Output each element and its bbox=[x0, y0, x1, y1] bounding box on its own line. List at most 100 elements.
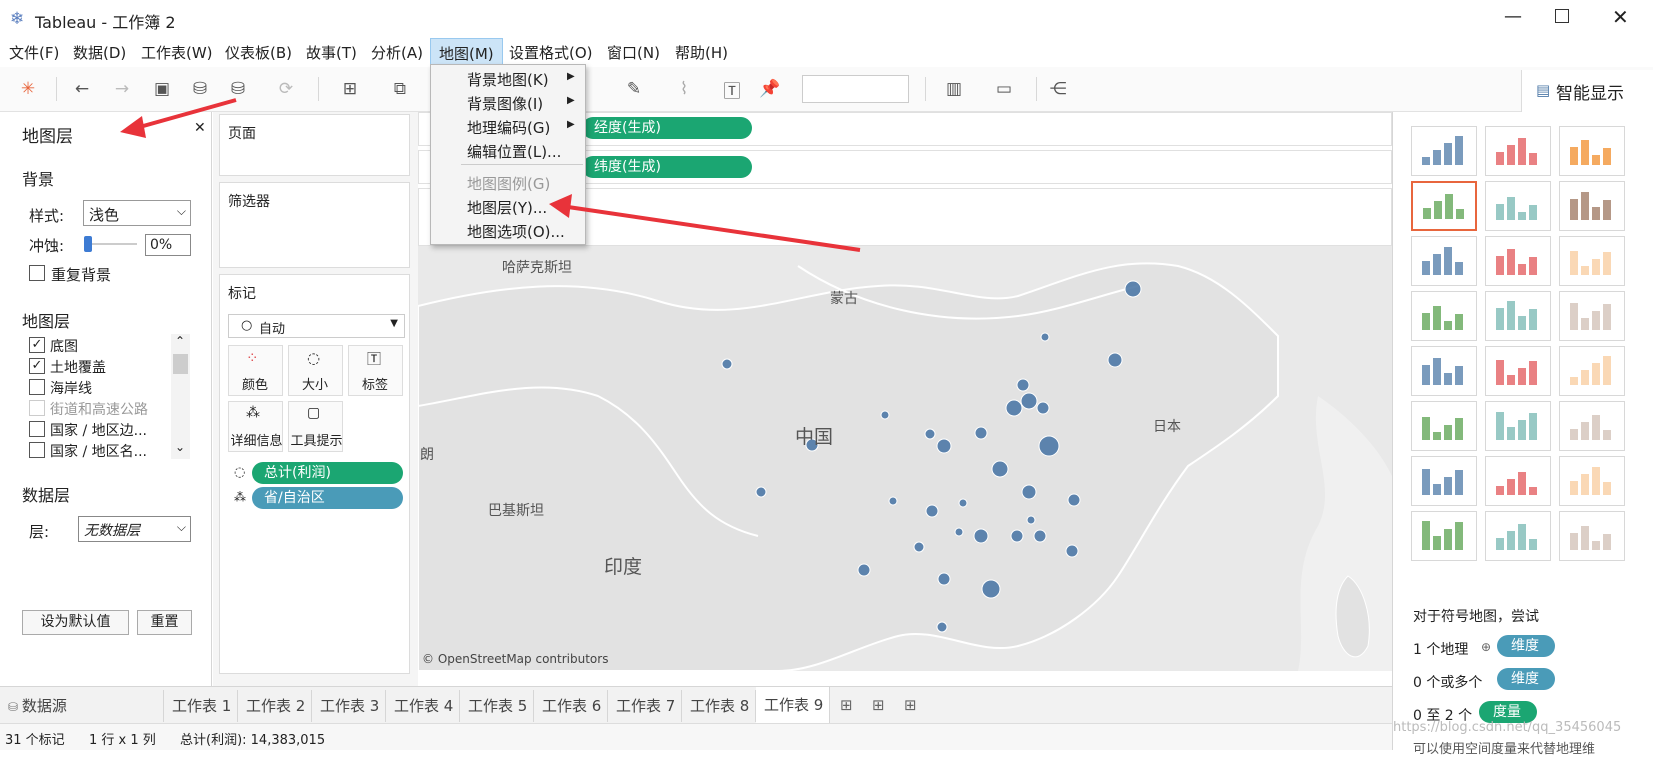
longitude-pill[interactable]: 经度(生成) bbox=[582, 117, 752, 139]
menu-dashboard[interactable]: 仪表板(B) bbox=[225, 42, 292, 63]
menu-story[interactable]: 故事(T) bbox=[306, 42, 357, 63]
style-select[interactable]: 浅色 ⌵ bbox=[83, 200, 191, 226]
chart-type-thumbnail[interactable] bbox=[1559, 456, 1625, 506]
province-dot[interactable] bbox=[1026, 515, 1036, 525]
province-dot[interactable] bbox=[936, 438, 952, 454]
province-dot[interactable] bbox=[1036, 401, 1050, 415]
province-dot[interactable] bbox=[973, 528, 989, 544]
scroll-up-icon[interactable]: ⌃ bbox=[175, 334, 185, 348]
menu-map-layers[interactable]: 地图层(Y)... bbox=[467, 197, 547, 218]
wash-slider-handle[interactable] bbox=[84, 236, 92, 252]
province-dot[interactable] bbox=[1124, 280, 1142, 298]
layer-checkbox-basemap[interactable]: ✓ bbox=[29, 337, 45, 353]
wash-input[interactable]: 0% bbox=[145, 234, 191, 256]
layer-checkbox-names[interactable] bbox=[29, 442, 45, 458]
chart-type-thumbnail[interactable] bbox=[1559, 346, 1625, 396]
attach-icon[interactable]: ⌇ bbox=[670, 75, 698, 103]
province-dot[interactable] bbox=[888, 496, 898, 506]
show-me-tab[interactable]: ▤ 智能显示 bbox=[1521, 70, 1653, 112]
new-worksheet-tab-icon[interactable]: ⊞ bbox=[840, 696, 853, 714]
redo-icon[interactable]: → bbox=[108, 75, 136, 103]
menu-edit-locations[interactable]: 编辑位置(L)... bbox=[467, 141, 561, 162]
menu-map-options[interactable]: 地图选项(O)... bbox=[467, 221, 565, 242]
tab-sheet2[interactable]: 工作表 2 bbox=[238, 690, 312, 722]
new-worksheet-icon[interactable]: ⊞ bbox=[336, 75, 364, 103]
province-dot[interactable] bbox=[958, 498, 968, 508]
chart-type-thumbnail[interactable] bbox=[1559, 511, 1625, 561]
label-button[interactable]: 🅃 标签 bbox=[348, 345, 403, 396]
menu-help[interactable]: 帮助(H) bbox=[675, 42, 728, 63]
tab-sheet7[interactable]: 工作表 7 bbox=[608, 690, 682, 722]
province-dot[interactable] bbox=[1067, 493, 1081, 507]
minimize-icon[interactable]: — bbox=[1504, 6, 1522, 27]
scroll-down-icon[interactable]: ⌄ bbox=[175, 440, 185, 454]
show-cards-icon[interactable]: ▥ bbox=[940, 75, 968, 103]
tab-sheet4[interactable]: 工作表 4 bbox=[386, 690, 460, 722]
layer-checkbox-coastline[interactable] bbox=[29, 379, 45, 395]
new-story-tab-icon[interactable]: ⊞ bbox=[904, 696, 917, 714]
chart-type-thumbnail[interactable] bbox=[1559, 291, 1625, 341]
province-dot[interactable] bbox=[924, 428, 936, 440]
tab-sheet8[interactable]: 工作表 8 bbox=[682, 690, 756, 722]
set-default-button[interactable]: 设为默认值 bbox=[22, 610, 129, 635]
province-dot[interactable] bbox=[1010, 529, 1024, 543]
close-window-icon[interactable]: ✕ bbox=[1612, 5, 1629, 29]
province-dot[interactable] bbox=[1040, 332, 1050, 342]
province-pill[interactable]: 省/自治区 bbox=[252, 487, 403, 509]
province-dot[interactable] bbox=[721, 358, 733, 370]
layer-checkbox-landcover[interactable]: ✓ bbox=[29, 358, 45, 374]
filters-card[interactable]: 筛选器 bbox=[219, 182, 410, 268]
menu-worksheet[interactable]: 工作表(W) bbox=[141, 42, 213, 63]
layer-select[interactable]: 无数据层 ⌵ bbox=[78, 516, 191, 542]
refresh-icon[interactable]: ⟳ bbox=[272, 75, 300, 103]
menu-background-maps[interactable]: 背景地图(K) bbox=[467, 69, 549, 90]
chart-type-thumbnail[interactable] bbox=[1411, 456, 1477, 506]
tab-sheet3[interactable]: 工作表 3 bbox=[312, 690, 386, 722]
share-icon[interactable]: ⋲ bbox=[1044, 75, 1072, 103]
menu-window[interactable]: 窗口(N) bbox=[607, 42, 660, 63]
chart-type-thumbnail[interactable] bbox=[1485, 346, 1551, 396]
chart-type-thumbnail[interactable] bbox=[1411, 291, 1477, 341]
new-datasource-icon[interactable]: ⛁ bbox=[186, 75, 214, 103]
layer-checkbox-borders[interactable] bbox=[29, 421, 45, 437]
province-dot[interactable] bbox=[1021, 484, 1037, 500]
chart-type-thumbnail[interactable] bbox=[1411, 181, 1477, 231]
menu-analysis[interactable]: 分析(A) bbox=[371, 42, 423, 63]
chart-type-thumbnail[interactable] bbox=[1559, 181, 1625, 231]
size-button[interactable]: ◌ 大小 bbox=[288, 345, 343, 396]
province-dot[interactable] bbox=[925, 504, 939, 518]
province-dot[interactable] bbox=[937, 572, 951, 586]
province-dot[interactable] bbox=[857, 563, 871, 577]
province-dot[interactable] bbox=[1020, 392, 1038, 410]
chart-type-thumbnail[interactable] bbox=[1485, 181, 1551, 231]
province-dot[interactable] bbox=[1005, 399, 1023, 417]
datasource-tab[interactable]: ⛁ 数据源 bbox=[0, 690, 164, 722]
text-icon[interactable]: 🅃 bbox=[718, 75, 746, 103]
chart-type-thumbnail[interactable] bbox=[1485, 456, 1551, 506]
pin-icon[interactable]: 📌 bbox=[756, 75, 784, 103]
chart-type-thumbnail[interactable] bbox=[1559, 401, 1625, 451]
province-dot[interactable] bbox=[1016, 378, 1030, 392]
province-dot[interactable] bbox=[991, 460, 1009, 478]
new-dashboard-tab-icon[interactable]: ⊞ bbox=[872, 696, 885, 714]
province-dot[interactable] bbox=[913, 541, 925, 553]
menu-geocoding[interactable]: 地理编码(G) bbox=[467, 117, 550, 138]
duplicate-icon[interactable]: ⧉ bbox=[386, 75, 414, 103]
tableau-start-icon[interactable]: ✳ bbox=[14, 75, 42, 103]
chart-type-thumbnail[interactable] bbox=[1411, 236, 1477, 286]
fit-select[interactable] bbox=[802, 75, 909, 103]
highlight-icon[interactable]: ✎ bbox=[620, 75, 648, 103]
province-dot[interactable] bbox=[1033, 529, 1047, 543]
reset-button[interactable]: 重置 bbox=[137, 610, 192, 635]
repeat-bg-checkbox[interactable] bbox=[29, 265, 45, 281]
undo-icon[interactable]: ← bbox=[68, 75, 96, 103]
province-dot[interactable] bbox=[880, 410, 890, 420]
pages-card[interactable]: 页面 bbox=[219, 114, 410, 176]
save-icon[interactable]: ▣ bbox=[148, 75, 176, 103]
close-panel-icon[interactable]: ✕ bbox=[194, 120, 206, 136]
maximize-icon[interactable] bbox=[1555, 9, 1569, 23]
chart-type-thumbnail[interactable] bbox=[1559, 126, 1625, 176]
menu-file[interactable]: 文件(F) bbox=[9, 42, 59, 63]
menu-format[interactable]: 设置格式(O) bbox=[509, 42, 593, 63]
detail-button[interactable]: ⁂ 详细信息 bbox=[228, 401, 283, 452]
